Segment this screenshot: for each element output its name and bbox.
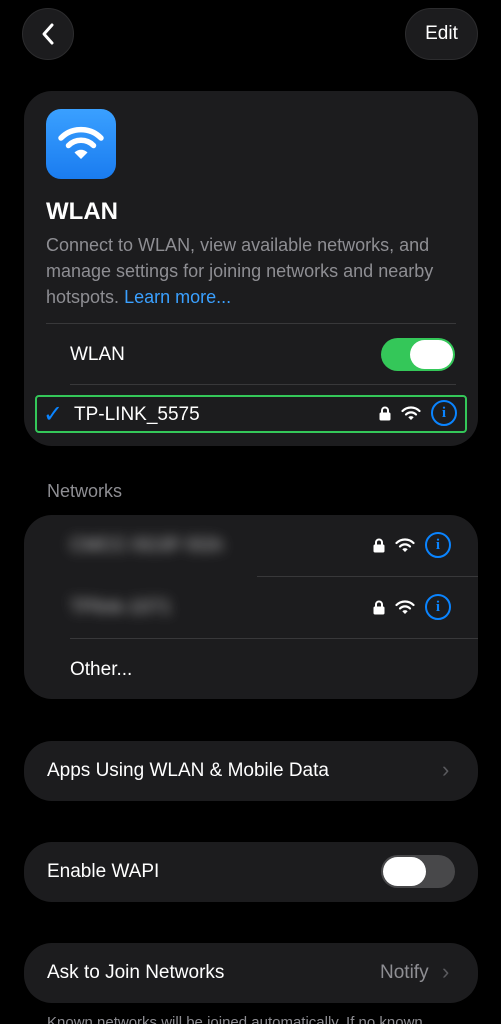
- network-name[interactable]: CMCC-5G3F-5Gh: [70, 535, 223, 557]
- connected-network-row[interactable]: ✓ TP-LINK_5575 i: [35, 395, 467, 433]
- checkmark-icon: ✓: [43, 401, 64, 428]
- chevron-left-icon: [42, 23, 54, 45]
- info-icon[interactable]: i: [425, 532, 451, 558]
- back-button[interactable]: [22, 8, 74, 60]
- wifi-signal-icon: [395, 599, 415, 614]
- chevron-right-icon: ›: [442, 959, 450, 984]
- network-status-icons: i: [373, 532, 451, 558]
- network-status-icons: i: [379, 400, 457, 426]
- network-name: TP-LINK_5575: [74, 404, 200, 425]
- wlan-settings-card: WLAN Connect to WLAN, view available net…: [24, 91, 478, 446]
- apps-using-wlan-row[interactable]: Apps Using WLAN & Mobile Data ›: [24, 741, 478, 801]
- divider: [46, 323, 456, 324]
- network-name[interactable]: TPlink-1071: [70, 597, 171, 619]
- ask-to-join-value: Notify: [380, 962, 429, 983]
- ask-to-join-label: Ask to Join Networks: [47, 962, 225, 983]
- description-text: Connect to WLAN, view available networks…: [46, 235, 434, 307]
- toggle-knob: [383, 857, 426, 886]
- wifi-signal-icon: [401, 405, 421, 420]
- page-description: Connect to WLAN, view available networks…: [46, 232, 466, 310]
- edit-button[interactable]: Edit: [405, 8, 478, 60]
- wapi-toggle[interactable]: [381, 855, 455, 888]
- footer-note: Known networks will be joined automatica…: [47, 1014, 423, 1024]
- lock-icon: [373, 538, 385, 552]
- ask-to-join-row[interactable]: Ask to Join Networks Notify ›: [24, 943, 478, 1003]
- divider: [70, 638, 478, 639]
- divider: [70, 384, 456, 385]
- divider: [257, 576, 478, 577]
- lock-icon: [379, 406, 391, 420]
- apps-using-label: Apps Using WLAN & Mobile Data: [47, 760, 329, 781]
- wifi-icon: [58, 126, 104, 159]
- toggle-knob: [410, 340, 453, 369]
- enable-wapi-row: Enable WAPI: [24, 842, 478, 902]
- networks-list: CMCC-5G3F-5Gh i TPlink-1071 i Other...: [24, 515, 478, 699]
- networks-section-header: Networks: [47, 481, 123, 501]
- chevron-right-icon: ›: [442, 757, 450, 782]
- lock-icon: [373, 600, 385, 614]
- learn-more-link[interactable]: Learn more...: [124, 287, 231, 307]
- other-network-item[interactable]: Other...: [70, 659, 132, 681]
- wifi-signal-icon: [395, 537, 415, 552]
- info-icon[interactable]: i: [431, 400, 457, 426]
- page-title: WLAN: [46, 198, 118, 225]
- wapi-label: Enable WAPI: [47, 861, 160, 882]
- wlan-toggle[interactable]: [381, 338, 455, 371]
- info-icon[interactable]: i: [425, 594, 451, 620]
- network-status-icons: i: [373, 594, 451, 620]
- wifi-app-icon: [46, 109, 116, 179]
- wlan-toggle-label: WLAN: [70, 344, 125, 365]
